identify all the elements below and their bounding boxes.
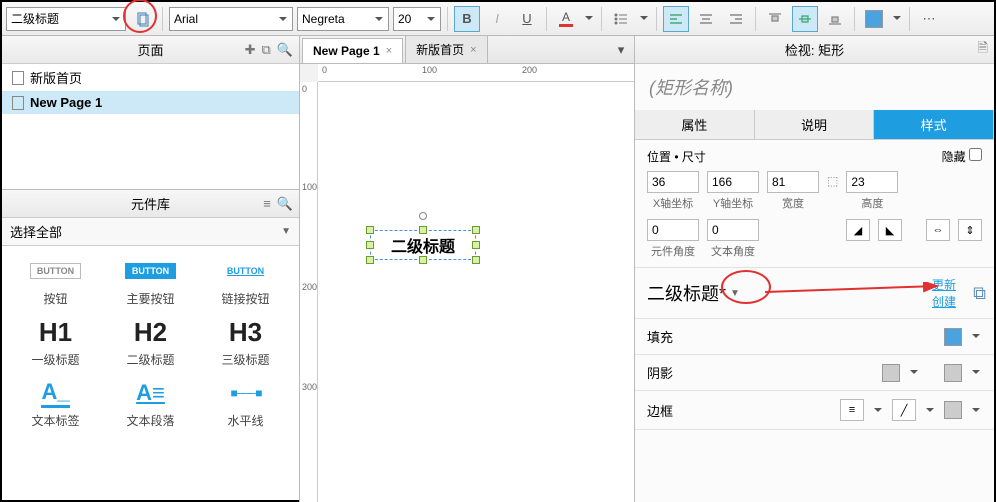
shadow-row: 阴影	[635, 355, 994, 391]
close-icon[interactable]: ×	[470, 44, 476, 56]
font-combo[interactable]: Arial	[169, 7, 293, 31]
align-center-button[interactable]	[693, 6, 719, 32]
lib-widget-label[interactable]: A_文本标签	[10, 374, 101, 433]
border-row: 边框 ≡ ╱	[635, 391, 994, 430]
w-input[interactable]	[767, 171, 819, 193]
x-input[interactable]	[647, 171, 699, 193]
library-panel: 元件库 ≡ 🔍 选择全部 ▼ BUTTON按钮 BUTTON主要按钮 BUTTO…	[2, 189, 299, 502]
page-item[interactable]: 新版首页	[2, 64, 299, 91]
lib-widget-h2[interactable]: H2二级标题	[105, 313, 196, 372]
text-rotation-input[interactable]	[707, 219, 759, 241]
bullet-list-button[interactable]	[608, 6, 634, 32]
style-name-label: 二级标题*	[647, 280, 726, 306]
close-icon[interactable]: ×	[386, 45, 392, 57]
italic-button[interactable]: I	[484, 6, 510, 32]
ruler-vertical: 0 100 200 300	[300, 82, 318, 502]
inspector-panel: 检视: 矩形 🗎 (矩形名称) 属性 说明 样式 位置 • 尺寸 隐藏 X轴坐标…	[634, 36, 994, 502]
lib-widget-h3[interactable]: H3三级标题	[200, 313, 291, 372]
add-page-icon[interactable]: ✚	[245, 42, 256, 58]
search-page-icon[interactable]: 🔍	[277, 42, 293, 58]
create-style-link[interactable]: 创建	[932, 293, 956, 310]
copy-style-icon[interactable]: ⧉	[973, 283, 986, 304]
bullet-dd[interactable]	[638, 13, 650, 24]
copy-style-icon[interactable]	[130, 6, 156, 32]
line-width-icon[interactable]: ≡	[840, 399, 864, 421]
hidden-checkbox[interactable]	[969, 148, 982, 161]
tabs-menu-icon[interactable]: ▾	[608, 37, 634, 63]
library-title: 元件库	[131, 194, 170, 213]
weight-combo[interactable]: Negreta	[297, 7, 389, 31]
inner-shadow-swatch[interactable]	[944, 364, 962, 382]
lib-widget-button[interactable]: BUTTON按钮	[10, 252, 101, 311]
inspector-header: 检视: 矩形 🗎	[635, 36, 994, 64]
lib-widget-link-button[interactable]: BUTTON链接按钮	[200, 252, 291, 311]
flip-v-icon[interactable]: ◣	[878, 219, 902, 241]
border-color-swatch[interactable]	[944, 401, 962, 419]
tab-style[interactable]: 样式	[874, 110, 994, 139]
update-style-link[interactable]: 更新	[932, 276, 956, 293]
align-left-button[interactable]	[663, 6, 689, 32]
fill-color-swatch[interactable]	[944, 328, 962, 346]
tab-properties[interactable]: 属性	[635, 110, 755, 139]
h-input[interactable]	[846, 171, 898, 193]
lock-aspect-icon[interactable]: ⬚	[827, 174, 838, 188]
underline-button[interactable]: U	[514, 6, 540, 32]
lib-widget-paragraph[interactable]: A≡文本段落	[105, 374, 196, 433]
left-sidebar: 页面 ✚ ⧉ 🔍 新版首页 New Page 1 元件库 ≡ 🔍 选择全部 ▼	[2, 36, 300, 502]
page-item[interactable]: New Page 1	[2, 91, 299, 114]
lib-search-icon[interactable]: 🔍	[277, 196, 293, 212]
tab-notes[interactable]: 说明	[755, 110, 875, 139]
line-style-icon[interactable]: ╱	[892, 399, 916, 421]
inspector-tabs: 属性 说明 样式	[635, 110, 994, 140]
canvas-tab[interactable]: New Page 1×	[302, 38, 403, 63]
lib-widget-h1[interactable]: H1一级标题	[10, 313, 101, 372]
doc-icon	[12, 96, 24, 110]
bold-button[interactable]: B	[454, 6, 480, 32]
text-color-button[interactable]: A	[553, 6, 579, 32]
canvas-area: New Page 1× 新版首页× ▾ 0 100 200 0 100 200 …	[300, 36, 634, 502]
flip-h-icon[interactable]: ◢	[846, 219, 870, 241]
page-list: 新版首页 New Page 1	[2, 64, 299, 189]
fill-color-button[interactable]	[861, 6, 887, 32]
top-toolbar: 二级标题 Arial Negreta 20 B I U A ⋯	[2, 2, 994, 36]
valign-bottom-button[interactable]	[822, 6, 848, 32]
text-color-dd[interactable]	[583, 13, 595, 24]
size-combo[interactable]: 20	[393, 7, 441, 31]
widget-style-row: 二级标题* ▼ 更新 创建 ⧉	[635, 268, 994, 319]
fill-color-dd[interactable]	[891, 13, 903, 24]
add-folder-icon[interactable]: ⧉	[262, 42, 271, 58]
selected-shape[interactable]: 二级标题	[370, 230, 476, 260]
valign-middle-button[interactable]	[792, 6, 818, 32]
align-right-button[interactable]	[723, 6, 749, 32]
canvas-tabs: New Page 1× 新版首页× ▾	[300, 36, 634, 64]
fill-dd[interactable]	[970, 331, 982, 342]
lib-widget-primary-button[interactable]: BUTTON主要按钮	[105, 252, 196, 311]
ruler-horizontal: 0 100 200	[318, 64, 634, 82]
pages-title: 页面	[137, 40, 163, 59]
shape-name-field[interactable]: (矩形名称)	[635, 64, 994, 110]
canvas-tab[interactable]: 新版首页×	[405, 35, 487, 63]
rotation-input[interactable]	[647, 219, 699, 241]
fit-width-icon[interactable]: ⇔	[926, 219, 950, 241]
fill-row: 填充	[635, 319, 994, 355]
lib-category-select[interactable]: 选择全部 ▼	[2, 218, 299, 246]
library-header: 元件库 ≡ 🔍	[2, 190, 299, 218]
lib-menu-icon[interactable]: ≡	[263, 196, 271, 212]
y-input[interactable]	[707, 171, 759, 193]
outer-shadow-swatch[interactable]	[882, 364, 900, 382]
canvas[interactable]: 二级标题	[318, 82, 634, 502]
more-button[interactable]: ⋯	[916, 6, 942, 32]
inspector-page-icon[interactable]: 🗎	[978, 39, 988, 61]
valign-top-button[interactable]	[762, 6, 788, 32]
style-combo[interactable]: 二级标题	[6, 7, 126, 31]
fit-height-icon[interactable]: ⇕	[958, 219, 982, 241]
pages-panel-header: 页面 ✚ ⧉ 🔍	[2, 36, 299, 64]
position-section: 位置 • 尺寸 隐藏 X轴坐标 Y轴坐标 宽度 ⬚ 高度 元件角度 文本角度 ◢…	[635, 140, 994, 268]
doc-icon	[12, 71, 24, 85]
lib-widget-hr[interactable]: ■───■水平线	[200, 374, 291, 433]
